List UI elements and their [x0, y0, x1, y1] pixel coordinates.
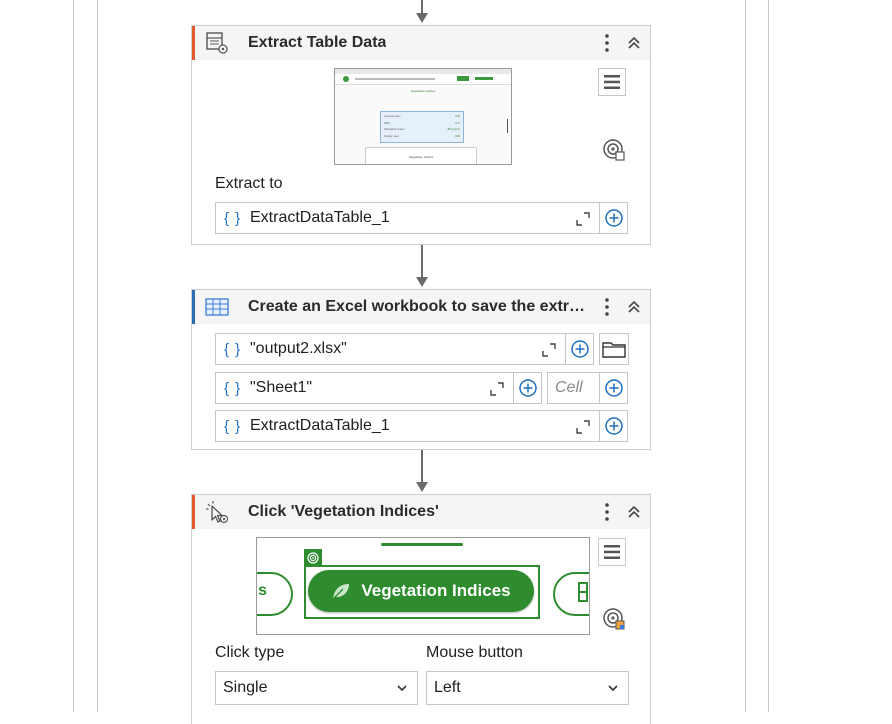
preview-heading: Vegetation Indices [410, 89, 436, 93]
expand-icon[interactable] [542, 343, 556, 357]
data-table-value: ExtractDataTable_1 [250, 417, 390, 434]
stub-icon [578, 582, 588, 602]
target-element-preview[interactable]: s Vegetation Indices [256, 537, 590, 635]
sheet-name-field[interactable]: { } "Sheet1" [215, 372, 514, 404]
collapse-icon[interactable] [624, 296, 644, 318]
preview-value: 81% [455, 134, 460, 138]
kebab-menu-icon[interactable] [600, 32, 614, 54]
card-header[interactable]: Create an Excel workbook to save the ext… [192, 290, 650, 324]
chevron-down-icon [608, 685, 618, 692]
kebab-menu-icon[interactable] [600, 296, 614, 318]
card-header[interactable]: Click 'Vegetation Indices' [192, 495, 650, 529]
add-variable-button[interactable] [513, 372, 542, 404]
extract-to-value: ExtractDataTable_1 [250, 209, 390, 226]
target-icon[interactable] [602, 138, 626, 162]
braces-icon: { } [224, 417, 242, 435]
table-extract-icon [205, 31, 229, 55]
collapse-icon[interactable] [624, 32, 644, 54]
connector-arrow [416, 13, 428, 23]
connector-arrow [416, 482, 428, 492]
file-path-value: "output2.xlsx" [250, 340, 347, 357]
plus-circle-icon [604, 417, 623, 435]
connector-line [421, 450, 423, 483]
braces-icon: { } [224, 209, 242, 227]
excel-icon [205, 295, 229, 319]
braces-icon: { } [224, 379, 242, 397]
plus-circle-icon [518, 379, 537, 397]
target-anchor-icon [304, 549, 322, 567]
kebab-menu-icon[interactable] [600, 501, 614, 523]
add-variable-button[interactable] [599, 410, 628, 442]
click-type-label: Click type [215, 644, 285, 661]
click-icon [205, 500, 229, 524]
extract-to-label: Extract to [215, 175, 283, 192]
chevron-down-icon [397, 685, 407, 692]
inner-left-border [97, 0, 98, 712]
expand-icon[interactable] [576, 420, 590, 434]
file-path-field[interactable]: { } "output2.xlsx" [215, 333, 566, 365]
preview-row: Canopy cover [384, 134, 399, 138]
preview-footer: Vegetation Indices [408, 155, 434, 159]
click-type-select[interactable]: Single [215, 671, 418, 705]
click-vegetation-indices-card[interactable]: Click 'Vegetation Indices' s Vegetation … [191, 494, 651, 724]
plus-circle-icon [570, 340, 589, 358]
left-stub-text: s [258, 582, 267, 599]
leaf-icon [333, 584, 350, 599]
plus-circle-icon [604, 379, 623, 397]
expand-icon[interactable] [576, 212, 590, 226]
target-icon[interactable] [602, 607, 626, 631]
braces-icon: { } [224, 340, 242, 358]
click-type-value: Single [223, 679, 268, 696]
add-variable-button[interactable] [565, 333, 594, 365]
connector-line [421, 245, 423, 278]
hamburger-icon[interactable] [598, 68, 626, 96]
sheet-name-value: "Sheet1" [250, 379, 313, 396]
mouse-button-label: Mouse button [426, 644, 523, 661]
activity-title: Extract Table Data [248, 34, 387, 51]
activity-title: Create an Excel workbook to save the ext… [248, 298, 588, 315]
cell-placeholder: Cell [555, 379, 583, 396]
collapse-icon[interactable] [624, 501, 644, 523]
hamburger-icon[interactable] [598, 538, 626, 566]
create-excel-workbook-card[interactable]: Create an Excel workbook to save the ext… [191, 289, 651, 450]
vegetation-indices-text: Vegetation Indices [361, 581, 511, 600]
activity-title: Click 'Vegetation Indices' [248, 503, 439, 520]
cell-field[interactable]: Cell [547, 372, 600, 404]
extract-table-data-card[interactable]: Extract Table Data Vegetation Indices Le… [191, 25, 651, 245]
connector-arrow [416, 277, 428, 287]
add-variable-button[interactable] [599, 372, 628, 404]
expand-icon[interactable] [490, 382, 504, 396]
connector-line [421, 0, 423, 14]
vegetation-indices-button: Vegetation Indices [308, 570, 534, 612]
outer-left-border [73, 0, 74, 712]
card-header[interactable]: Extract Table Data [192, 26, 650, 60]
inner-right-border [745, 0, 746, 712]
mouse-button-value: Left [434, 679, 461, 696]
mouse-button-select[interactable]: Left [426, 671, 629, 705]
add-variable-button[interactable] [599, 202, 628, 234]
plus-circle-icon [604, 209, 623, 227]
data-table-field[interactable]: { } ExtractDataTable_1 [215, 410, 600, 442]
extract-to-field[interactable]: { } ExtractDataTable_1 [215, 202, 600, 234]
browse-folder-button[interactable] [599, 333, 629, 365]
folder-icon [602, 342, 626, 358]
outer-right-border [768, 0, 769, 712]
target-screenshot-preview[interactable]: Vegetation Indices Leaf area index 0.62 N… [334, 68, 512, 165]
